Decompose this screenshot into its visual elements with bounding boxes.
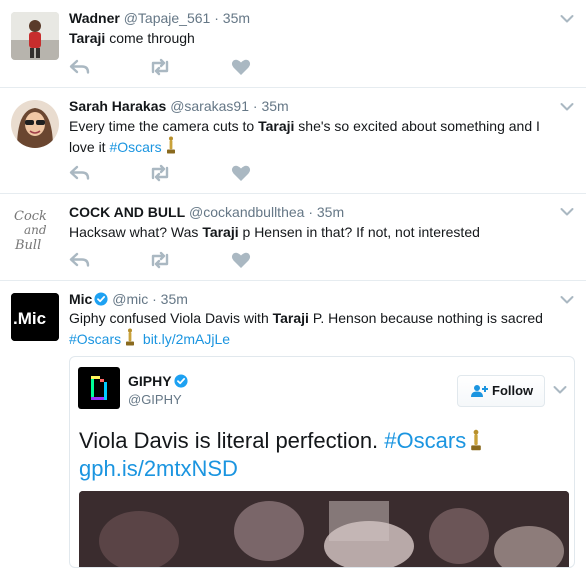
hashtag-link[interactable]: #Oscars (69, 331, 121, 347)
display-name[interactable]: Wadner (69, 10, 120, 26)
retweet-icon[interactable] (149, 251, 171, 269)
tweet-text: Taraji come through (69, 29, 569, 48)
reply-icon[interactable] (69, 251, 91, 269)
text-segment: Every time the camera cuts to (69, 118, 259, 134)
text-segment: P. Henson because nothing is sacred (308, 310, 543, 326)
follow-label: Follow (492, 383, 534, 398)
tweet-header: Wadner @Tapaje_561 · 35m (69, 10, 250, 26)
card-display-name[interactable]: GIPHY (128, 373, 172, 389)
caret-down-icon[interactable] (560, 295, 574, 305)
reply-icon[interactable] (69, 58, 91, 76)
display-name[interactable]: Mic (69, 291, 92, 307)
card-text: Viola Davis is literal perfection. #Osca… (79, 427, 559, 483)
card-name[interactable]: GIPHY (128, 373, 188, 389)
timestamp[interactable]: 35m (161, 291, 188, 307)
username[interactable]: @mic (112, 291, 148, 307)
retweet-icon[interactable] (149, 58, 171, 76)
tweet-header: Mic @mic · 35m (69, 291, 188, 307)
tweet-header: Sarah Harakas @sarakas91 · 35m (69, 98, 289, 114)
follow-user-plus-icon (471, 385, 488, 397)
like-icon[interactable] (230, 164, 252, 182)
username[interactable]: @sarakas91 (170, 98, 249, 114)
tweet-3[interactable]: Cock and Bull COCK AND BULL @cockandbull… (0, 194, 586, 281)
tweet-1[interactable]: Wadner @Tapaje_561 · 35m Taraji come thr… (0, 0, 586, 88)
separator-dot: · (214, 10, 219, 26)
tweet-text: Every time the camera cuts to Taraji she… (69, 117, 569, 157)
verified-icon (94, 292, 108, 306)
username[interactable]: @Tapaje_561 (124, 10, 211, 26)
reply-icon[interactable] (69, 164, 91, 182)
like-icon[interactable] (230, 251, 252, 269)
verified-icon (174, 374, 188, 388)
hashtag-link[interactable]: #Oscars (109, 139, 161, 155)
timestamp[interactable]: 35m (317, 204, 344, 220)
quoted-tweet-card[interactable]: GIPHY @GIPHY Follow Viola Davis is liter… (69, 356, 575, 568)
avatar[interactable] (11, 100, 59, 148)
caret-down-icon[interactable] (560, 14, 574, 24)
search-highlight: Taraji (272, 310, 309, 326)
search-highlight: Taraji (202, 224, 239, 240)
timestamp[interactable]: 35m (223, 10, 250, 26)
username[interactable]: @cockandbullthea (189, 204, 304, 220)
caret-down-icon[interactable] (553, 385, 567, 395)
separator-dot: · (308, 204, 313, 220)
like-icon[interactable] (230, 58, 252, 76)
tweet-text: Giphy confused Viola Davis with Taraji P… (69, 309, 569, 349)
avatar[interactable] (11, 12, 59, 60)
tweet-link[interactable]: bit.ly/2mAJjLe (143, 331, 230, 347)
tweet-header: COCK AND BULL @cockandbullthea · 35m (69, 204, 344, 220)
hashtag-link[interactable]: #Oscars (384, 428, 466, 453)
card-text-segment: Viola Davis is literal perfection. (79, 428, 379, 453)
tweet-2[interactable]: Sarah Harakas @sarakas91 · 35m Every tim… (0, 88, 586, 194)
embedded-media[interactable] (79, 491, 569, 567)
avatar-script-line: Cock (14, 209, 47, 224)
oscar-statuette-icon (166, 136, 176, 154)
audience-photo (79, 491, 569, 567)
search-highlight: Taraji (69, 30, 106, 46)
search-highlight: Taraji (258, 118, 295, 134)
separator-dot: · (152, 291, 157, 307)
text-segment: come through (105, 30, 195, 46)
oscar-statuette-icon (125, 328, 135, 346)
tweet-text: Hacksaw what? Was Taraji p Hensen in tha… (69, 223, 569, 242)
card-username[interactable]: @GIPHY (128, 392, 182, 407)
timestamp[interactable]: 35m (261, 98, 288, 114)
oscar-statuette-icon (470, 429, 482, 451)
card-link[interactable]: gph.is/2mtxNSD (79, 456, 238, 481)
display-name[interactable]: COCK AND BULL (69, 204, 185, 220)
text-segment: p Hensen in that? If not, not interested (238, 224, 480, 240)
avatar-script-line: Bull (14, 238, 41, 252)
follow-button[interactable]: Follow (457, 375, 545, 407)
avatar[interactable]: .Mic (11, 293, 59, 341)
text-segment: Hacksaw what? Was (69, 224, 203, 240)
separator-dot: · (252, 98, 258, 114)
text-segment: Giphy confused Viola Davis with (69, 310, 273, 326)
avatar-script-line: and (24, 223, 47, 237)
avatar[interactable]: Cock and Bull (11, 204, 59, 252)
giphy-logo[interactable] (78, 367, 120, 409)
caret-down-icon[interactable] (560, 207, 574, 217)
retweet-icon[interactable] (149, 164, 171, 182)
display-name[interactable]: Sarah Harakas (69, 98, 166, 114)
avatar-logo-text: .Mic (13, 309, 46, 328)
caret-down-icon[interactable] (560, 102, 574, 112)
